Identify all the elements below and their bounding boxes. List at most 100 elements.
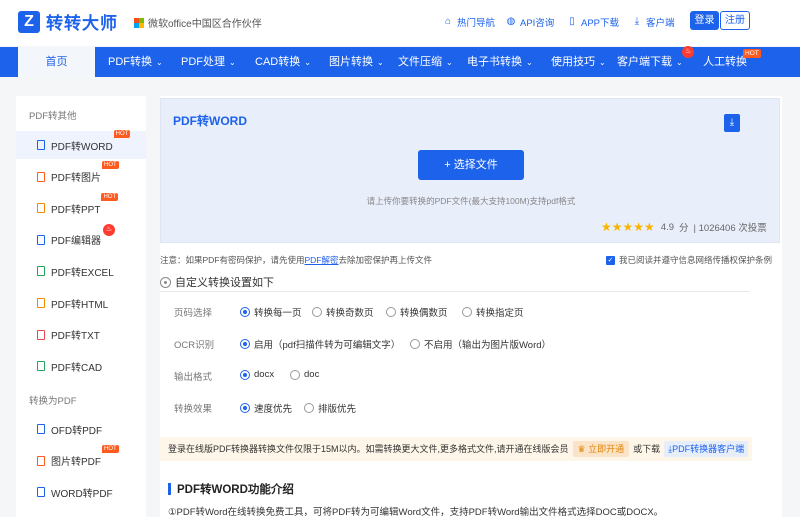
radio-option[interactable]: 转换奇数页: [312, 305, 374, 319]
sidebar-item[interactable]: 图片转PDF HOT: [16, 445, 146, 475]
settings-row: OCR识别 启用（pdf扫描件转为可编辑文字） 不启用（输出为图片版Word）: [174, 337, 774, 351]
sidebar-item[interactable]: OFD转PDF: [16, 415, 146, 443]
radio-label: 转换奇数页: [326, 308, 374, 319]
sidebar-item-label: PDF转PPT HOT: [51, 192, 119, 216]
radio-option[interactable]: 转换偶数页: [386, 305, 448, 319]
password-notice: 注意：如果PDF有密码保护，请先使用PDF解密去除加密保护再上传文件: [160, 255, 433, 265]
sidebar-item-label: PDF编辑器 ♨: [51, 224, 115, 247]
radio-option[interactable]: 转换指定页: [462, 305, 524, 319]
nav-ebook-convert[interactable]: 电子书转换 ⌄: [467, 47, 533, 77]
nav-manual-convert[interactable]: 人工转换: [703, 47, 747, 77]
crown-icon: ♛: [577, 444, 586, 454]
client-download-link[interactable]: ⤓PDF转换器客户端: [664, 441, 749, 457]
top-link-api[interactable]: ◍ API咨询: [506, 15, 555, 30]
radio-selected-icon: [240, 369, 250, 380]
settings-title: 自定义转换设置如下: [160, 274, 274, 290]
nav-pdf-convert[interactable]: PDF转换 ⌄: [108, 47, 163, 77]
nav-file-compress[interactable]: 文件压缩 ⌄: [398, 47, 453, 77]
sidebar-item[interactable]: WORD转PDF: [16, 478, 146, 506]
phone-icon: ▯: [569, 16, 575, 27]
settings-row-label: 转换效果: [174, 404, 213, 415]
hot-badge: HOT: [102, 445, 119, 454]
sidebar-item-label: PDF转CAD: [51, 362, 103, 374]
hot-badge: HOT: [113, 129, 131, 138]
settings-row: 输出格式 docx doc: [174, 369, 774, 383]
settings-row: 页码选择 转换每一页 转换奇数页 转换偶数页 转换指定页: [174, 305, 774, 319]
radio-unselected-icon: [290, 369, 300, 380]
radio-unselected-icon: [462, 307, 472, 317]
top-link-client[interactable]: ⤓ 客户端: [632, 15, 675, 30]
download-icon: ⤓: [634, 16, 640, 27]
sidebar-item[interactable]: PDF转图片 HOT: [16, 161, 146, 191]
sidebar-item-label: WORD转PDF: [51, 488, 113, 500]
radio-option[interactable]: 转换每一页: [240, 305, 302, 319]
download-icon[interactable]: ⤓: [724, 114, 740, 132]
settings-row-label: 页码选择: [174, 308, 213, 319]
hot-badge: HOT: [101, 192, 119, 201]
sidebar-item-label: 图片转PDF HOT: [51, 445, 119, 469]
sidebar-item[interactable]: PDF转WORD HOT: [16, 129, 146, 159]
sidebar-item[interactable]: PDF转TXT: [16, 321, 146, 349]
top-link-app[interactable]: ▯ APP下载: [567, 15, 619, 30]
checkbox-checked-icon[interactable]: ✓: [606, 255, 615, 265]
file-icon: [37, 361, 45, 372]
radio-option[interactable]: 启用（pdf扫描件转为可编辑文字）: [240, 337, 400, 351]
settings-row-label: 输出格式: [174, 372, 213, 383]
select-file-button[interactable]: + 选择文件: [418, 150, 524, 180]
sidebar-item[interactable]: PDF转HTML: [16, 289, 146, 317]
rating-score-unit: 分: [679, 223, 689, 234]
nav-home[interactable]: 首页: [18, 47, 95, 77]
nav-pdf-process[interactable]: PDF处理 ⌄: [181, 47, 236, 77]
chevron-down-icon: ⌄: [229, 58, 236, 67]
sidebar-item[interactable]: PDF编辑器 ♨: [16, 224, 146, 254]
divider: [160, 291, 750, 292]
login-button[interactable]: 登录: [690, 11, 719, 30]
sidebar-item-label: PDF转TXT: [51, 331, 100, 343]
sidebar-item[interactable]: PDF转PPT HOT: [16, 192, 146, 222]
chevron-down-icon: ⌄: [446, 58, 453, 67]
radio-unselected-icon: [304, 403, 314, 413]
chevron-down-icon: ⌄: [599, 58, 606, 67]
radio-label: 不启用（输出为图片版Word）: [424, 340, 552, 351]
rating-score: 4.9: [660, 221, 675, 233]
intro-text: ①PDF转Word在线转换免费工具，可将PDF转为可编辑Word文件，支持PDF…: [168, 507, 664, 517]
pdf-decrypt-link[interactable]: PDF解密: [305, 255, 339, 265]
file-icon: [37, 266, 45, 277]
radio-label: doc: [304, 369, 320, 380]
sidebar-item-label: OFD转PDF: [51, 425, 103, 437]
radio-option[interactable]: doc: [290, 369, 319, 380]
open-membership-button[interactable]: ♛ 立即开通: [572, 441, 630, 457]
nav-tips[interactable]: 使用技巧 ⌄: [551, 47, 606, 77]
or-download-text: 或下载: [633, 444, 661, 454]
radio-option[interactable]: 不启用（输出为图片版Word）: [410, 337, 551, 351]
radio-label: 排版优先: [318, 404, 357, 415]
fire-icon: ♨: [103, 224, 115, 237]
radio-option[interactable]: 排版优先: [304, 401, 356, 415]
sidebar-item[interactable]: PDF转EXCEL: [16, 257, 146, 285]
radio-selected-icon: [240, 403, 250, 413]
nav-cad-convert[interactable]: CAD转换 ⌄: [255, 47, 311, 77]
agreement-text: 我已阅读并遵守信息网络传播权保护条例: [619, 255, 773, 265]
file-icon: [37, 171, 45, 182]
rating: ★★★★★ 4.9 分 | 1026406 次投票: [601, 220, 767, 234]
top-link-hot-nav[interactable]: ⌂ 热门导航: [443, 15, 495, 30]
main-panel: PDF转WORD ⤓ + 选择文件 请上传你要转换的PDF文件(最大支持100M…: [160, 96, 782, 517]
radio-label: 启用（pdf扫描件转为可编辑文字）: [254, 340, 401, 351]
file-icon: [37, 455, 45, 466]
file-icon: [37, 487, 45, 498]
title-accent-bar: [168, 483, 171, 495]
register-button[interactable]: 注册: [720, 11, 750, 30]
sidebar-group-title: 转换为PDF: [29, 396, 77, 407]
hot-badge: HOT: [102, 161, 119, 170]
nav-image-convert[interactable]: 图片转换 ⌄: [329, 47, 384, 77]
header: Z 转转大师 微软office中国区合作伙伴 ⌂ 热门导航 ◍ API咨询 ▯ …: [0, 0, 800, 46]
agreement[interactable]: ✓ 我已阅读并遵守信息网络传播权保护条例: [606, 254, 772, 266]
file-icon: [37, 298, 45, 308]
radio-option[interactable]: docx: [240, 369, 274, 380]
upload-area[interactable]: PDF转WORD ⤓ + 选择文件 请上传你要转换的PDF文件(最大支持100M…: [160, 98, 780, 243]
sidebar-item[interactable]: PDF转CAD: [16, 352, 146, 380]
chevron-down-icon: ⌄: [304, 58, 311, 67]
radio-option[interactable]: 速度优先: [240, 401, 292, 415]
nav-client-download[interactable]: 客户端下载 ⌄: [617, 47, 683, 77]
radio-label: docx: [254, 369, 275, 380]
